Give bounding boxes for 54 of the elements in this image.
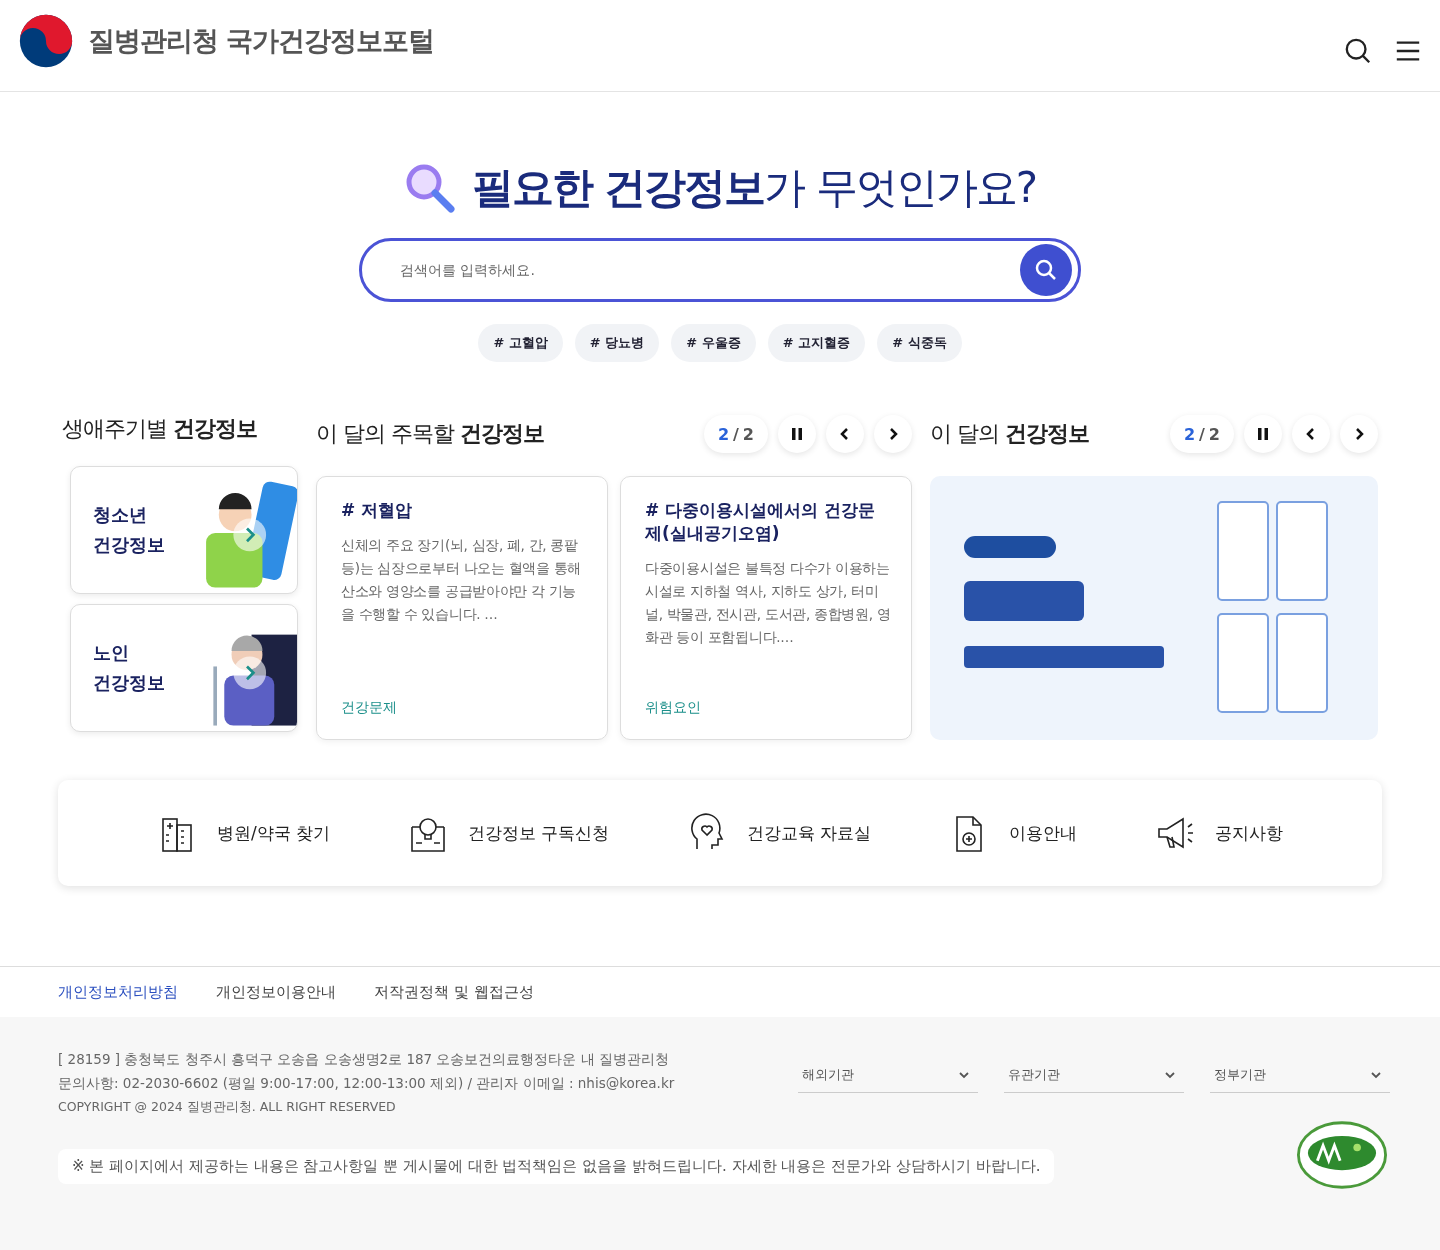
card-label: 노인 건강정보 — [93, 641, 165, 695]
next-button[interactable] — [1340, 415, 1378, 453]
article-summary: 다중이용시설은 불특정 다수가 이용하는 시설로 지하철 역사, 지하도 상가, 터미널, 박물관, 전시관, 도서관, 종합병원, 영화관 등이 포함됩니다.… — [645, 559, 891, 647]
quick-menu-link[interactable]: 이용안내 — [949, 813, 1078, 853]
section-heading: 생애주기별 건강정보 — [62, 415, 258, 443]
pause-button[interactable] — [1244, 415, 1282, 453]
footer-link[interactable]: 개인정보이용안내 — [216, 982, 336, 1002]
hashtag-chip[interactable]: # 우울증 — [671, 324, 756, 362]
previous-button[interactable] — [1292, 415, 1330, 453]
contact-text: 문의사항: 02-2030-6602 (평일 9:00-17:00, 12:00-13:00 제외) / 관리자 이메일 : nhis@korea.kr — [58, 1074, 675, 1093]
pause-icon — [1256, 427, 1270, 441]
search-icon[interactable] — [1344, 36, 1372, 65]
life-stage-card[interactable]: 노인 건강정보 — [70, 604, 298, 732]
article-card[interactable]: # 다중이용시설에서의 건강문제(실내공기오염) 다중이용시설은 불특정 다수가 이용하는 시설로 지하철 역사, 지하도 상가, 터미널, 박물관, 전시관, 도서관, 종합병원, 영화관 등이 포함됩니다.… 위험요인 — [620, 476, 912, 740]
article-card[interactable]: # 저혈압 신체의 주요 장기(뇌, 심장, 폐, 간, 콩팥 등)는 심장으로부터 나오는 혈액을 통해 산소와 영양소를 공급받아야만 각 기능을 수행할 수 있습니다. … 건강문제 — [316, 476, 608, 740]
copyright-text: COPYRIGHT @ 2024 질병관리청. ALL RIGHT RESERVED — [58, 1098, 397, 1116]
hashtag-chip[interactable]: # 식중독 — [877, 324, 962, 362]
hashtag-chip[interactable]: # 고혈압 — [478, 324, 563, 362]
article-title: # 다중이용시설에서의 건강문제(실내공기오염) — [645, 499, 877, 545]
emblem-logo-icon[interactable] — [18, 12, 74, 69]
article-category: 건강문제 — [341, 699, 398, 717]
site-select[interactable]: 유관기관 — [1004, 1057, 1184, 1093]
banner-image-placeholder[interactable] — [930, 476, 1378, 740]
search-icon — [1034, 258, 1058, 282]
page-counter: 2 / 2 — [703, 415, 768, 453]
pause-icon — [790, 427, 804, 441]
next-button[interactable] — [874, 415, 912, 453]
section-heading: 이 달의 건강정보 — [930, 420, 1089, 448]
site-select[interactable]: 해외기관 — [798, 1057, 978, 1093]
page-counter: 2 / 2 — [1169, 415, 1234, 453]
article-summary: 신체의 주요 장기(뇌, 심장, 폐, 간, 콩팥 등)는 심장으로부터 나오는 혈액을 통해 산소와 영양소를 공급받아야만 각 기능을 수행할 수 있습니다. … — [341, 536, 583, 624]
accessibility-certification-mark-icon — [1294, 1119, 1390, 1191]
pause-button[interactable] — [778, 415, 816, 453]
search-button[interactable] — [1020, 244, 1072, 296]
quick-menu-link[interactable]: 건강정보 구독신청 — [407, 813, 610, 853]
address-text: [ 28159 ] 충청북도 청주시 흥덕구 오송읍 오송생명2로 187 오송보건의료행정타운 내 질병관리청 — [58, 1050, 671, 1069]
disclaimer-notice: ※ 본 페이지에서 제공하는 내용은 참고사항일 뿐 게시물에 대한 법적책임은 없음을 밝혀드립니다. 자세한 내용은 전문가와 상담하시기 바랍니다. — [58, 1148, 1055, 1184]
previous-button[interactable] — [826, 415, 864, 453]
article-title: # 저혈압 — [341, 499, 414, 522]
life-stage-card[interactable]: 청소년 건강정보 — [70, 466, 298, 594]
quick-menu-link[interactable]: 건강교육 자료실 — [687, 813, 872, 853]
card-label: 청소년 건강정보 — [93, 503, 165, 557]
hero-title: 필요한 건강정보가 무엇인가요? — [471, 162, 1037, 214]
section-heading: 이 달의 주목할 건강정보 — [316, 420, 544, 448]
footer-link[interactable]: 개인정보처리방침 — [58, 982, 178, 1002]
site-title[interactable]: 질병관리청 국가건강정보포털 — [88, 22, 435, 59]
footer-link[interactable]: 저작권정책 및 웹접근성 — [374, 982, 534, 1002]
hashtag-chip[interactable]: # 당뇨병 — [574, 324, 660, 362]
hashtag-chip[interactable]: # 고지혈증 — [767, 324, 866, 362]
quick-menu-link[interactable]: 병원/약국 찾기 — [156, 813, 331, 853]
article-category: 위험요인 — [645, 699, 702, 717]
quick-menu-link[interactable]: 공지사항 — [1155, 813, 1284, 853]
search-input[interactable]: 검색어를 입력하세요. — [398, 261, 1020, 279]
site-select[interactable]: 정부기관 — [1210, 1057, 1390, 1093]
